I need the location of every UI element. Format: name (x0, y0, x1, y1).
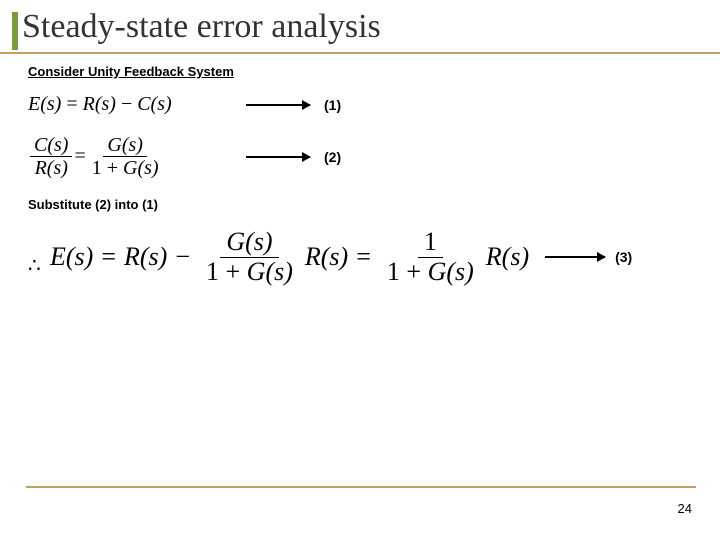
eq2-rhs-fraction: G(s) 1 + G(s) (88, 134, 163, 179)
equation-1-row: E(s) = R(s) − C(s) (1) (28, 93, 696, 116)
page-title: Steady-state error analysis (22, 8, 381, 46)
eq3-eq1: = (101, 242, 116, 272)
eq2-rhs-den: 1 + G(s) (88, 157, 163, 179)
eq1-lhs: E(s) (28, 93, 61, 115)
equation-2: C(s) R(s) = G(s) 1 + G(s) (28, 134, 228, 179)
eq3-r3: R(s) (486, 242, 529, 272)
equation-3-tag: (3) (615, 249, 632, 265)
eq3-frac1: G(s) 1 + G(s) (200, 228, 299, 286)
title-bar: Steady-state error analysis (0, 0, 720, 50)
accent-bar (12, 12, 18, 50)
eq3-r2: R(s) (305, 242, 348, 272)
page-number: 24 (678, 501, 692, 516)
eq2-lhs-num: C(s) (30, 134, 72, 157)
arrow-icon (246, 104, 310, 106)
equation-1: E(s) = R(s) − C(s) (28, 93, 228, 116)
eq3-minus: − (175, 242, 190, 272)
content-area: Consider Unity Feedback System E(s) = R(… (0, 54, 720, 286)
eq3-f1-num: G(s) (220, 228, 278, 258)
eq3-eq2: = (356, 242, 371, 272)
eq3-f2-num: 1 (418, 228, 443, 258)
equation-3: E(s) = R(s) − G(s) 1 + G(s) R(s) = 1 1 +… (28, 228, 696, 286)
eq1-r: R(s) (83, 93, 116, 115)
arrow-icon (246, 156, 310, 158)
eq3-f2-den: 1 + G(s) (381, 258, 480, 287)
bottom-divider (26, 486, 696, 488)
equation-1-tag: (1) (324, 97, 341, 113)
arrow-icon (545, 256, 605, 258)
eq1-minus: − (116, 93, 137, 115)
equation-2-tag: (2) (324, 149, 341, 165)
equation-2-row: C(s) R(s) = G(s) 1 + G(s) (2) (28, 134, 696, 179)
eq2-eq: = (74, 145, 85, 168)
eq3-frac2: 1 1 + G(s) (381, 228, 480, 286)
eq1-eq: = (61, 93, 82, 115)
eq3-f1-den: 1 + G(s) (200, 258, 299, 287)
eq1-c: C(s) (137, 93, 171, 115)
subheading: Consider Unity Feedback System (28, 64, 696, 79)
eq2-lhs-den: R(s) (31, 157, 72, 179)
eq2-rhs-num: G(s) (103, 134, 147, 157)
eq2-lhs-fraction: C(s) R(s) (30, 134, 72, 179)
eq3-lhs: E(s) (50, 242, 93, 272)
eq3-r1: R(s) (124, 242, 167, 272)
substitute-text: Substitute (2) into (1) (28, 197, 696, 212)
